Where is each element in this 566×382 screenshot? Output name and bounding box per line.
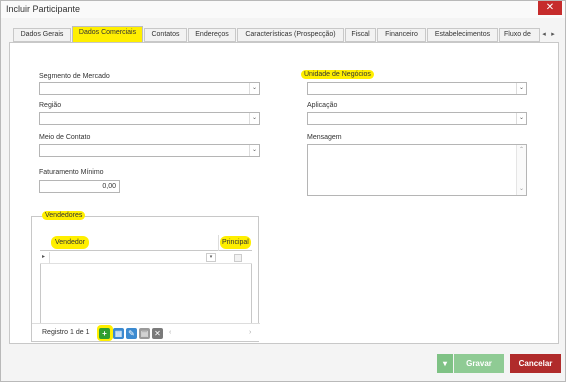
faturamento-label: Faturamento Mínimo xyxy=(39,169,104,176)
tab-scroll-right-icon[interactable]: ▸ xyxy=(549,29,557,41)
add-icon[interactable]: + xyxy=(99,328,110,339)
tab-scroll-left-icon[interactable]: ◂ xyxy=(540,29,548,41)
mensagem-textarea[interactable]: ⌃ ⌄ xyxy=(307,144,527,196)
tab-enderecos[interactable]: Endereços xyxy=(188,28,236,42)
principal-checkbox[interactable] xyxy=(234,254,242,262)
unidade-label: Unidade de Negócios xyxy=(301,70,374,79)
aplicacao-select[interactable]: ⌄ xyxy=(307,112,527,125)
dialog-window: Incluir Participante ✕ Dados Gerais Dado… xyxy=(0,0,566,382)
tab-contatos[interactable]: Contatos xyxy=(144,28,187,42)
tab-caracteristicas[interactable]: Características (Prospecção) xyxy=(237,28,344,42)
col-principal-header[interactable]: Principal xyxy=(220,236,251,249)
meio-contato-select[interactable]: ⌄ xyxy=(39,144,260,157)
scroll-up-icon[interactable]: ⌃ xyxy=(517,146,526,155)
mensagem-scrollbar[interactable]: ⌃ ⌄ xyxy=(516,145,526,195)
title-bar: Incluir Participante ✕ xyxy=(1,1,565,18)
vendedores-legend: Vendedores xyxy=(42,211,86,220)
gravar-button[interactable]: Gravar xyxy=(454,354,504,373)
regiao-select[interactable]: ⌄ xyxy=(39,112,260,125)
pager-text: Registro 1 de 1 xyxy=(42,329,90,336)
tab-fiscal[interactable]: Fiscal xyxy=(345,28,376,42)
segmento-select[interactable]: ⌄ xyxy=(39,82,260,95)
close-button[interactable]: ✕ xyxy=(538,1,562,15)
cancelar-button[interactable]: Cancelar xyxy=(510,354,561,373)
unidade-select[interactable]: ⌄ xyxy=(307,82,527,95)
faturamento-input[interactable]: 0,00 xyxy=(39,180,120,193)
row-indicator-icon: ▸ xyxy=(42,254,46,260)
segmento-label: Segmento de Mercado xyxy=(39,73,110,80)
tab-bar: Dados Gerais Dados Comerciais Contatos E… xyxy=(9,25,559,43)
mensagem-label: Mensagem xyxy=(307,134,342,141)
chevron-down-icon: ⌄ xyxy=(249,113,259,124)
chevron-down-icon: ⌄ xyxy=(249,83,259,94)
tab-fluxo[interactable]: Fluxo de xyxy=(499,28,540,42)
pager-right-icon[interactable]: › xyxy=(249,329,251,336)
row-divider xyxy=(49,252,50,264)
dialog-title: Incluir Participante xyxy=(6,4,81,14)
regiao-label: Região xyxy=(39,102,62,109)
gravar-dropdown-icon[interactable]: ▾ xyxy=(437,354,453,373)
grid-pager: Registro 1 de 1 + ▦ ✎ ▤ ✕ ‹ › xyxy=(32,323,260,341)
vendedor-dropdown-icon[interactable]: ▾ xyxy=(206,253,216,262)
tab-dados-gerais[interactable]: Dados Gerais xyxy=(13,28,71,42)
save-icon[interactable]: ▤ xyxy=(139,328,150,339)
vendedores-grid-header: Vendedor Principal xyxy=(40,235,252,251)
edit-icon[interactable]: ✎ xyxy=(126,328,137,339)
table-row[interactable]: ▸ ▾ xyxy=(40,252,252,264)
scroll-down-icon[interactable]: ⌄ xyxy=(517,185,526,194)
pager-left-icon[interactable]: ‹ xyxy=(169,329,171,336)
tab-estabelecimentos[interactable]: Estabelecimentos xyxy=(427,28,498,42)
tab-dados-comerciais[interactable]: Dados Comerciais xyxy=(72,26,143,43)
chevron-down-icon: ⌄ xyxy=(249,145,259,156)
meio-contato-label: Meio de Contato xyxy=(39,134,91,141)
chevron-down-icon: ⌄ xyxy=(516,83,526,94)
chevron-down-icon: ⌄ xyxy=(516,113,526,124)
calendar-icon[interactable]: ▦ xyxy=(113,328,124,339)
vendedores-fieldset: Vendedores Vendedor Principal ▸ ▾ Regist… xyxy=(31,211,260,342)
column-divider xyxy=(218,235,219,251)
aplicacao-label: Aplicação xyxy=(307,102,338,109)
tab-financeiro[interactable]: Financeiro xyxy=(377,28,426,42)
col-vendedor-header[interactable]: Vendedor xyxy=(51,236,89,249)
delete-icon[interactable]: ✕ xyxy=(152,328,163,339)
